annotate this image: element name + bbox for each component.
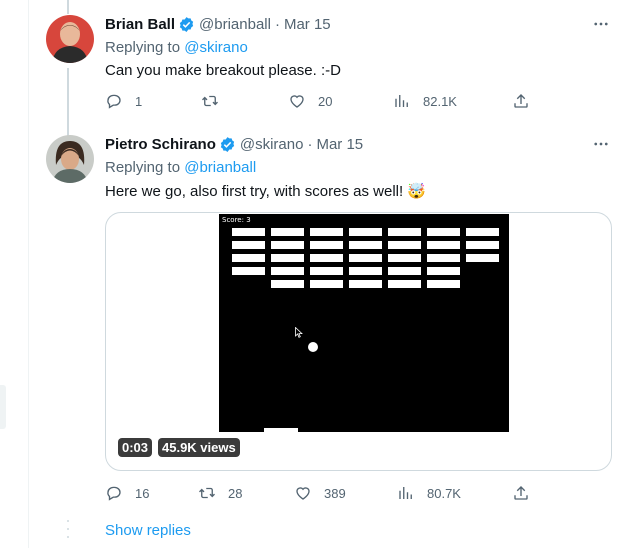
breakout-game-frame: Score: 3 [219,214,509,434]
timestamp[interactable]: Mar 15 [316,136,363,153]
game-brick [466,254,499,262]
game-brick [427,241,460,249]
tweet-actions: 1 20 82.1K [105,92,535,112]
retweet-button[interactable]: 28 [198,484,242,502]
views-button[interactable]: 80.7K [397,484,461,502]
game-brick [232,241,265,249]
game-brick [388,280,421,288]
view-count: 80.7K [427,485,461,501]
game-brick [310,280,343,288]
game-brick [232,228,265,236]
replying-to-label: Replying to [105,39,185,56]
game-brick [427,267,460,275]
game-brick [349,241,382,249]
game-brick [232,254,265,262]
handle[interactable]: @skirano [240,136,304,153]
like-count: 389 [324,485,346,501]
game-brick [232,267,265,275]
video-duration-badge: 0:03 [118,438,153,457]
like-button[interactable]: 20 [288,92,332,110]
like-icon [290,95,304,108]
tweet-brian-ball[interactable]: Brian Ball @brianball · Mar 15 Replying … [0,0,642,130]
show-replies-link[interactable]: Show replies [105,522,191,539]
view-count: 82.1K [423,93,457,109]
mouse-cursor-icon [295,327,303,338]
views-icon [399,487,412,499]
display-name[interactable]: Pietro Schirano [105,136,216,153]
game-brick [427,254,460,262]
video-views-badge: 45.9K views [158,438,240,457]
reply-icon [107,486,121,501]
game-brick [271,267,304,275]
share-icon [514,486,528,500]
share-icon [514,94,528,108]
retweet-button[interactable] [201,92,231,110]
like-button[interactable]: 389 [294,484,346,502]
game-brick [349,267,382,275]
verified-badge-icon [220,136,235,152]
views-icon [395,95,408,107]
game-brick [271,228,304,236]
game-brick [310,267,343,275]
more-icon[interactable] [591,14,611,34]
reply-icon [107,94,121,109]
replying-to: Replying to @brianball [105,159,256,176]
avatar[interactable] [46,135,94,183]
like-icon [296,487,310,500]
game-brick [310,241,343,249]
game-brick [310,254,343,262]
tweet-actions: 16 28 389 80.7K [105,484,535,504]
verified-badge-icon [179,16,194,32]
replying-to-link[interactable]: @brianball [184,159,256,176]
more-icon[interactable] [591,134,611,154]
tweet-text: Can you make breakout please. :-D [105,62,341,79]
display-name[interactable]: Brian Ball [105,16,175,33]
game-brick [466,228,499,236]
game-brick [388,228,421,236]
game-brick [271,254,304,262]
replying-to-link[interactable]: @skirano [184,39,248,56]
game-score: Score: 3 [222,216,251,224]
game-brick [466,241,499,249]
share-button[interactable] [512,92,542,110]
replying-to-label: Replying to [105,159,185,176]
timestamp[interactable]: Mar 15 [284,16,331,33]
separator-dot: · [307,135,313,153]
reply-count: 1 [135,93,143,109]
thread-dot [67,520,69,522]
reply-count: 16 [135,485,150,501]
game-brick [271,280,304,288]
like-count: 20 [318,93,333,109]
thread-dot [67,536,69,538]
game-brick [427,228,460,236]
separator-dot: · [274,15,280,33]
game-brick [349,228,382,236]
game-ball [308,342,318,352]
thread-dot [67,528,69,530]
handle[interactable]: @brianball [199,16,271,33]
game-brick [388,254,421,262]
game-brick [349,254,382,262]
retweet-icon [199,487,215,499]
tweet-text: Here we go, also first try, with scores … [105,183,426,200]
video-player[interactable]: Score: 3 0:03 45.9K views [105,212,612,471]
game-brick [310,228,343,236]
retweet-icon [202,95,218,107]
game-brick [388,241,421,249]
avatar[interactable] [46,15,94,63]
views-button[interactable]: 82.1K [393,92,457,110]
reply-button[interactable]: 1 [105,92,142,110]
reply-button[interactable]: 16 [105,484,149,502]
game-brick [388,267,421,275]
game-brick [349,280,382,288]
game-brick [427,280,460,288]
share-button[interactable] [512,484,542,502]
game-paddle [264,428,298,434]
game-brick [271,241,304,249]
retweet-count: 28 [228,485,243,501]
replying-to: Replying to @skirano [105,39,248,56]
